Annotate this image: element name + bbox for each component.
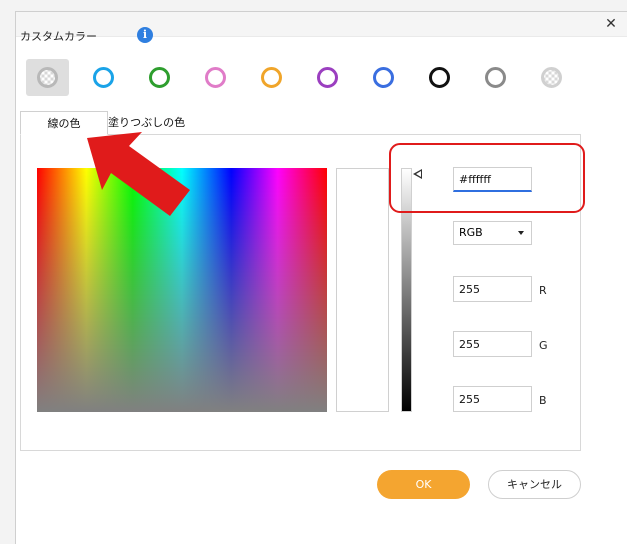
swatch-gray[interactable] — [474, 59, 517, 96]
swatch-orange[interactable] — [250, 59, 293, 96]
swatch-ring — [541, 67, 562, 88]
saturation-overlay — [37, 168, 327, 412]
chevron-down-icon — [518, 231, 524, 235]
brightness-handle-fill — [416, 171, 421, 177]
swatch-blue[interactable] — [362, 59, 405, 96]
brightness-slider[interactable] — [401, 168, 412, 412]
swatch-ring — [93, 67, 114, 88]
swatch-purple[interactable] — [306, 59, 349, 96]
title-bar: ✕ — [16, 12, 627, 37]
swatch-transparent-selected[interactable] — [26, 59, 69, 96]
b-label: B — [539, 394, 547, 407]
color-mode-value: RGB — [459, 226, 483, 239]
color-mode-select[interactable]: RGB — [453, 221, 532, 245]
color-preview — [336, 168, 389, 412]
swatch-green[interactable] — [138, 59, 181, 96]
tab-fill-color[interactable]: 塗りつぶしの色 — [108, 111, 198, 135]
ok-button[interactable]: OK — [377, 470, 470, 499]
custom-color-title: カスタムカラー — [20, 30, 97, 43]
r-label: R — [539, 284, 547, 297]
swatch-cyan[interactable] — [82, 59, 125, 96]
swatch-ring — [373, 67, 394, 88]
info-icon[interactable]: i — [137, 27, 153, 43]
g-value-input[interactable] — [453, 331, 532, 357]
color-spectrum[interactable] — [37, 168, 327, 412]
close-icon[interactable]: ✕ — [601, 14, 621, 34]
b-value-input[interactable] — [453, 386, 532, 412]
hex-color-input[interactable] — [453, 167, 532, 192]
swatch-pink[interactable] — [194, 59, 237, 96]
r-value-input[interactable] — [453, 276, 532, 302]
swatch-ring — [149, 67, 170, 88]
swatch-ring — [429, 67, 450, 88]
swatch-ring — [205, 67, 226, 88]
swatch-black[interactable] — [418, 59, 461, 96]
swatch-ring — [485, 67, 506, 88]
swatch-ring — [37, 67, 58, 88]
swatch-ring — [317, 67, 338, 88]
cancel-button[interactable]: キャンセル — [488, 470, 581, 499]
g-label: G — [539, 339, 548, 352]
swatch-ring — [261, 67, 282, 88]
swatch-transparent[interactable] — [530, 59, 573, 96]
tab-line-color[interactable]: 線の色 — [20, 111, 108, 135]
